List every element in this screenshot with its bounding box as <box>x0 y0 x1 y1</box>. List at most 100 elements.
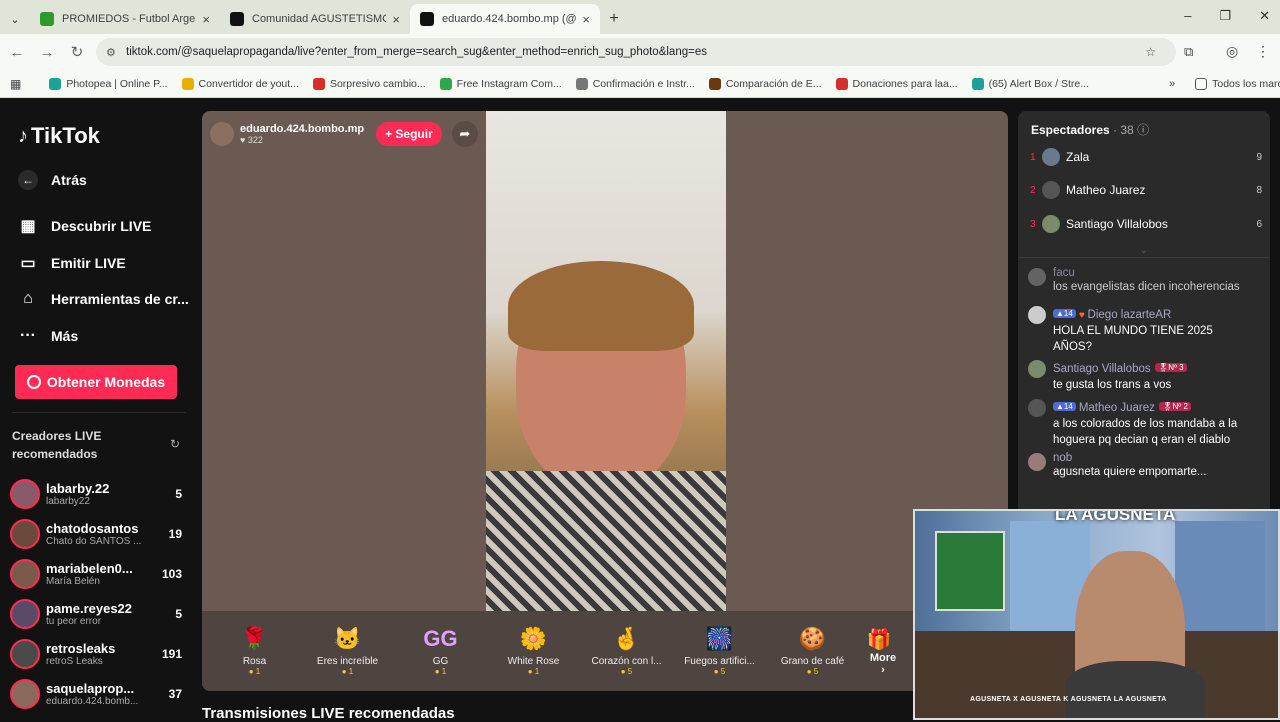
top-viewer-row[interactable]: 3 Santiago Villalobos 6 <box>1030 215 1262 233</box>
sidebar-item-more[interactable]: ··· Más <box>18 327 78 345</box>
close-tab-icon[interactable]: × <box>582 12 590 27</box>
gift-price: 5 <box>813 667 819 676</box>
live-player[interactable]: eduardo.424.bombo.mp ♥ 322 + Seguir ➦ 🌹 R… <box>202 111 1008 691</box>
sidebar-item-label: Atrás <box>51 172 87 188</box>
close-tab-icon[interactable]: × <box>392 12 400 27</box>
follow-button[interactable]: + Seguir <box>376 122 442 146</box>
extensions-icon[interactable]: ⧉ <box>1184 44 1193 60</box>
promiedos-favicon-icon <box>40 12 54 26</box>
forward-icon[interactable]: → <box>32 44 62 61</box>
site-info-icon[interactable]: ⚙ <box>106 46 116 59</box>
bookmark-item[interactable]: (65) Alert Box / Stre... <box>971 77 1089 90</box>
minimize-icon[interactable]: – <box>1184 8 1191 24</box>
gift-item[interactable]: 🌹 Rosa ● 1 <box>208 626 301 676</box>
chat-user[interactable]: facu <box>1053 267 1240 279</box>
bookmark-item[interactable]: Photopea | Online P... <box>49 77 168 90</box>
tab-search-icon[interactable]: ⌄ <box>0 4 30 34</box>
bookmark-item[interactable]: Free Instagram Com... <box>439 77 562 90</box>
creator-row[interactable]: chatodosantos Chato do SANTOS ... 19 <box>10 515 182 553</box>
sidebar-item-back[interactable]: ← Atrás <box>18 170 87 190</box>
host-avatar[interactable] <box>210 122 234 146</box>
bookmark-item[interactable]: Sorpresivo cambio... <box>312 77 426 90</box>
bookmark-star-icon[interactable]: ☆ <box>1145 45 1156 59</box>
bookmark-label: Sorpresivo cambio... <box>329 77 426 90</box>
bookmark-item[interactable]: Convertidor de yout... <box>181 77 299 90</box>
sidebar-item-creator-tools[interactable]: ⌂ Herramientas de cr... <box>18 290 189 308</box>
sidebar-item-discover-live[interactable]: ▦ Descubrir LIVE <box>18 216 151 236</box>
bookmark-item[interactable]: Comparación de E... <box>708 77 822 90</box>
apps-icon[interactable]: ▦ <box>10 77 21 91</box>
profile-icon[interactable]: ◎ <box>1226 43 1238 60</box>
avatar <box>1028 399 1046 417</box>
chat-message: nob agusneta quiere empomarte... <box>1028 452 1262 480</box>
new-tab-icon[interactable]: + <box>600 4 628 34</box>
url-field[interactable]: ⚙ tiktok.com/@saquelapropaganda/live?ent… <box>96 38 1176 66</box>
creator-row[interactable]: mariabelen0... María Belén 103 <box>10 555 182 593</box>
rank: 2 <box>1030 184 1036 196</box>
tiktok-logo[interactable]: ♪ TikTok <box>18 123 100 149</box>
browser-tab-3[interactable]: eduardo.424.bombo.mp (@ × <box>410 4 600 34</box>
creator-row[interactable]: saquelaprop... eduardo.424.bomb... 37 <box>10 675 182 713</box>
gift-item[interactable]: 🎆 Fuegos artifici... ● 5 <box>673 626 766 676</box>
top-viewer-row[interactable]: 1 Zala 9 <box>1030 148 1262 166</box>
gift-item[interactable]: 🌼 White Rose ● 1 <box>487 626 580 676</box>
rank-badge: 🎖Nº 2 <box>1159 402 1191 412</box>
sidebar-item-go-live[interactable]: ▭ Emitir LIVE <box>18 253 125 273</box>
creator-row[interactable]: retrosleaks retroS Leaks 191 <box>10 635 182 673</box>
expand-chevron-icon[interactable]: ⌄ <box>1140 245 1148 256</box>
viewer-count: 103 <box>161 567 182 581</box>
reload-icon[interactable]: ↻ <box>62 43 92 61</box>
top-viewer-row[interactable]: 2 Matheo Juarez 8 <box>1030 181 1262 199</box>
creator-row[interactable]: pame.reyes22 tu peor error 5 <box>10 595 182 633</box>
browser-tab-2[interactable]: Comunidad AGUSTETISMO (SU × <box>220 4 410 34</box>
address-bar-row: ← → ↻ ⚙ tiktok.com/@saquelapropaganda/li… <box>0 34 1280 70</box>
refresh-icon[interactable]: ↻ <box>170 437 180 451</box>
webcam-shirt <box>1065 661 1205 718</box>
sidebar-item-label: Descubrir LIVE <box>51 218 152 234</box>
avatar <box>1042 181 1060 199</box>
bookmark-label: Convertidor de yout... <box>198 77 299 90</box>
menu-icon[interactable]: ⋮ <box>1256 43 1270 60</box>
coin-icon <box>26 375 41 389</box>
back-icon[interactable]: ← <box>2 44 32 61</box>
rank-badge: 🎖Nº 3 <box>1155 363 1187 373</box>
chat-message: ▲14 ♥ Diego lazarteAR HOLA EL MUNDO TIENE … <box>1028 305 1262 355</box>
chat-text: los evangelistas dicen incoherencias <box>1053 281 1240 293</box>
gift-item[interactable]: 🐱 Eres increíble ● 1 <box>301 626 394 676</box>
bookmark-item[interactable]: Donaciones para laa... <box>835 77 958 90</box>
close-window-icon[interactable]: ✕ <box>1259 8 1270 24</box>
gift-item[interactable]: GG GG ● 1 <box>394 626 487 676</box>
finger-heart-icon: 🤞 <box>612 626 641 651</box>
streamer-hair <box>508 261 694 351</box>
divider <box>1018 257 1270 258</box>
browser-tab-1[interactable]: PROMIEDOS - Futbol Argentino × <box>30 4 220 34</box>
chat-user[interactable]: Santiago Villalobos <box>1053 363 1151 375</box>
maximize-icon[interactable]: ❐ <box>1219 8 1231 24</box>
close-tab-icon[interactable]: × <box>202 12 210 27</box>
get-coins-button[interactable]: Obtener Monedas <box>15 365 177 399</box>
more-gifts-button[interactable]: More › <box>867 652 899 676</box>
tab-title: eduardo.424.bombo.mp (@ <box>442 13 577 25</box>
chat-user[interactable]: nob <box>1053 452 1206 464</box>
host-likes: 322 <box>247 135 263 145</box>
chat-user[interactable]: Diego lazarteAR <box>1088 309 1172 321</box>
more-bookmarks-icon[interactable]: » <box>1169 78 1175 90</box>
heart-icon: ♥ <box>240 135 248 145</box>
creator-subtitle: labarby22 <box>46 496 90 507</box>
creator-subtitle: eduardo.424.bomb... <box>46 696 139 707</box>
bookmark-item[interactable]: Confirmación e Instr... <box>575 77 695 90</box>
avatar <box>1028 306 1046 324</box>
creator-row[interactable]: labarby.22 labarby22 5 <box>10 475 182 513</box>
info-icon[interactable]: ⓘ <box>1137 123 1149 137</box>
rank-value: Nº 3 <box>1168 363 1184 373</box>
all-bookmarks[interactable]: Todos los marcadores <box>1195 77 1280 90</box>
share-icon[interactable]: ➦ <box>451 121 478 147</box>
creator-name: chatodosantos <box>46 521 139 536</box>
chat-user[interactable]: Matheo Juarez <box>1079 402 1155 414</box>
host-name[interactable]: eduardo.424.bombo.mp <box>240 123 364 135</box>
gift-item[interactable]: 🍪 Grano de café ● 5 <box>766 626 859 676</box>
bookmark-favicon-icon <box>181 77 194 90</box>
live-video[interactable] <box>486 111 726 611</box>
folder-icon <box>1195 77 1208 90</box>
gift-item[interactable]: 🤞 Corazón con l... ● 5 <box>580 626 673 676</box>
